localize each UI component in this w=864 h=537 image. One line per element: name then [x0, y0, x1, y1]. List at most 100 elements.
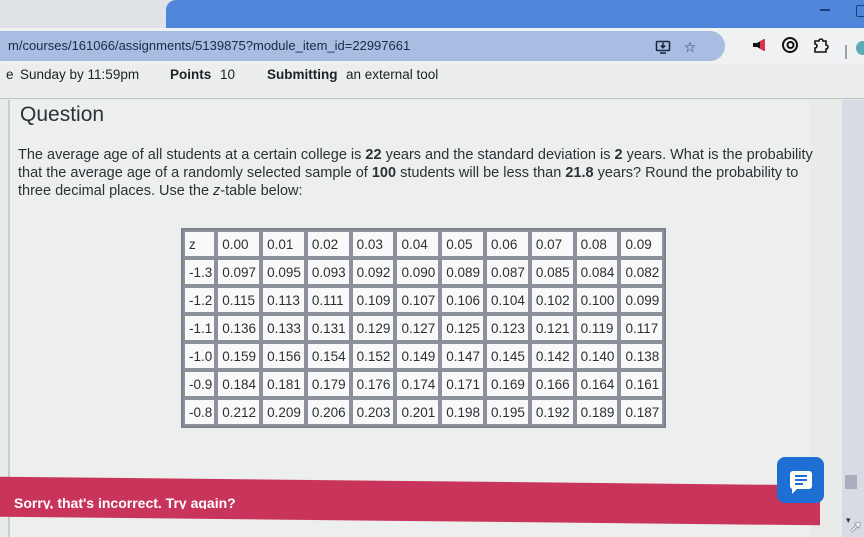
z-table-cell: 0.171	[440, 370, 486, 398]
z-value-cell: -0.9	[183, 370, 217, 398]
z-table-header-cell: z	[183, 230, 217, 258]
z-table-cell: 0.115	[216, 286, 262, 314]
z-table-cell: 0.189	[574, 398, 620, 426]
z-table-cell: 0.089	[440, 258, 486, 286]
z-table-row: -0.8 0.212 0.209 0.206 0.203 0.201 0.198 0.195 0…	[183, 398, 665, 426]
z-table-header-row: z 0.00 0.01 0.02 0.03 0.04 0.05 0.06 0.07 0.08 0.0…	[183, 230, 665, 258]
z-table-cell: 0.111	[305, 286, 351, 314]
z-table-cell: 0.154	[305, 342, 351, 370]
z-value-cell: -0.8	[183, 398, 217, 426]
z-table-header-cell: 0.08	[574, 230, 620, 258]
z-table-cell: 0.100	[574, 286, 620, 314]
z-value-cell: -1.0	[183, 342, 217, 370]
bookmark-star-icon[interactable]: ☆	[682, 39, 698, 55]
active-browser-tab[interactable]	[166, 0, 864, 28]
z-table-cell: 0.093	[305, 258, 351, 286]
z-table-cell: 0.164	[574, 370, 620, 398]
z-table-header-cell: 0.05	[440, 230, 486, 258]
megaphone-extension-icon[interactable]	[751, 36, 769, 54]
z-value-cell: -1.2	[183, 286, 217, 314]
z-table-cell: 0.149	[395, 342, 441, 370]
z-table-cell: 0.174	[395, 370, 441, 398]
grammarly-extension-icon[interactable]	[781, 36, 799, 54]
submitting-value: an external tool	[346, 67, 439, 82]
scrollbar-thumb[interactable]	[845, 475, 857, 489]
extensions-puzzle-icon[interactable]	[812, 36, 830, 54]
z-table-cell: 0.087	[485, 258, 530, 286]
z-table-cell: 0.109	[350, 286, 396, 314]
z-value-cell: -1.1	[183, 314, 217, 342]
sd-value: 2	[614, 147, 623, 163]
maximize-icon[interactable]	[856, 5, 864, 17]
z-table-cell: 0.206	[305, 398, 351, 426]
mean-value: 22	[365, 147, 382, 163]
z-table-cell: 0.136	[216, 314, 262, 342]
sample-size-value: 100	[371, 165, 397, 181]
z-value-cell: -1.3	[183, 258, 217, 286]
z-table-header-cell: 0.03	[350, 230, 396, 258]
z-table-cell: 0.123	[485, 314, 530, 342]
z-table-cell: 0.161	[619, 370, 665, 398]
threshold-value: 21.8	[565, 165, 594, 181]
z-table-cell: 0.184	[216, 370, 262, 398]
z-table-cell: 0.145	[485, 342, 530, 370]
z-table-cell: 0.181	[261, 370, 306, 398]
z-table-header-cell: 0.06	[485, 230, 530, 258]
z-table-cell: 0.209	[261, 398, 306, 426]
z-table-row: -1.1 0.136 0.133 0.131 0.129 0.127 0.125 0.123 0…	[183, 314, 665, 342]
mouse-cursor-icon: ➚	[849, 519, 863, 536]
z-table-cell: 0.201	[395, 398, 441, 426]
z-table-cell: 0.203	[350, 398, 396, 426]
question-text-part: -table below:	[220, 183, 303, 199]
question-title: Question	[20, 103, 105, 126]
z-table-row: -0.9 0.184 0.181 0.179 0.176 0.174 0.171 0.169 0…	[183, 370, 665, 398]
feedback-message: Sorry, that's incorrect. Try again?	[14, 495, 236, 509]
address-bar[interactable]: m/courses/161066/assignments/5139875?mod…	[0, 31, 725, 61]
z-table-cell: 0.195	[485, 398, 530, 426]
z-table-header-cell: 0.07	[529, 230, 575, 258]
z-table-cell: 0.152	[350, 342, 396, 370]
z-table-cell: 0.090	[395, 258, 441, 286]
z-table-cell: 0.117	[619, 314, 665, 342]
z-table-cell: 0.166	[529, 370, 575, 398]
chat-button[interactable]	[777, 457, 824, 503]
z-table-cell: 0.125	[440, 314, 486, 342]
points-label: Points	[170, 67, 212, 82]
assignment-details: e Sunday by 11:59pm Points 10 Submitting…	[0, 64, 864, 99]
z-table-cell: 0.104	[485, 286, 530, 314]
toolbar-divider	[845, 45, 847, 59]
z-table-cell: 0.142	[529, 342, 575, 370]
install-app-icon[interactable]	[655, 39, 671, 55]
z-table-header-cell: 0.00	[216, 230, 262, 258]
points-value: 10	[220, 67, 236, 82]
z-table-row: -1.2 0.115 0.113 0.111 0.109 0.107 0.106 0.104 0…	[183, 286, 665, 314]
z-table-row: -1.3 0.097 0.095 0.093 0.092 0.090 0.089 0.087 0…	[183, 258, 665, 286]
z-table-cell: 0.131	[305, 314, 351, 342]
question-text-part: years and the standard deviation is	[381, 147, 615, 163]
z-table-cell: 0.198	[440, 398, 486, 426]
url-text[interactable]: m/courses/161066/assignments/5139875?mod…	[8, 38, 410, 53]
z-table-cell: 0.187	[619, 398, 665, 426]
z-table-header-cell: 0.04	[395, 230, 441, 258]
z-table-cell: 0.107	[395, 286, 441, 314]
z-table-header-cell: 0.02	[305, 230, 351, 258]
question-text: The average age of all students at a cer…	[18, 146, 818, 200]
z-table-cell: 0.102	[529, 286, 575, 314]
browser-toolbar: m/courses/161066/assignments/5139875?mod…	[0, 28, 864, 65]
z-table-row: -1.0 0.159 0.156 0.154 0.152 0.149 0.147 0.145 0…	[183, 342, 665, 370]
z-table-cell: 0.129	[350, 314, 396, 342]
scrollbar-track[interactable]	[842, 100, 864, 537]
z-table-cell: 0.084	[574, 258, 620, 286]
chat-message-icon	[789, 471, 812, 494]
z-table: z 0.00 0.01 0.02 0.03 0.04 0.05 0.06 0.07 0.08 0.0…	[181, 228, 667, 428]
browser-tab-strip	[0, 0, 864, 28]
profile-avatar[interactable]	[856, 41, 864, 55]
z-table-cell: 0.176	[350, 370, 396, 398]
z-table-cell: 0.212	[216, 398, 262, 426]
z-table-header-cell: 0.09	[619, 230, 665, 258]
z-table-cell: 0.140	[574, 342, 620, 370]
z-table-cell: 0.156	[261, 342, 306, 370]
minimize-icon[interactable]	[820, 9, 830, 11]
z-table-cell: 0.099	[619, 286, 665, 314]
z-table-cell: 0.119	[574, 314, 620, 342]
